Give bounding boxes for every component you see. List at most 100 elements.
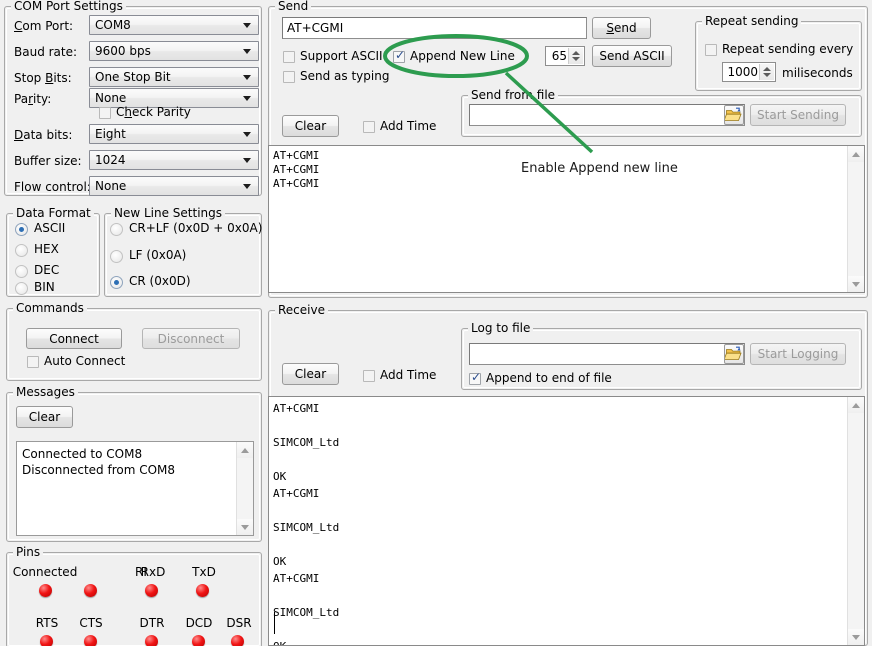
start-logging-button[interactable]: Start Logging (750, 343, 846, 365)
spinner-up-icon (763, 67, 771, 71)
spinner-buttons[interactable] (568, 48, 583, 64)
radio-dot (15, 244, 28, 257)
data-bits-select[interactable]: Eight (89, 124, 259, 144)
messages-clear-button[interactable]: Clear (16, 406, 73, 428)
support-ascii-label: Support ASCII (300, 49, 383, 63)
radio-dot (110, 223, 123, 236)
chevron-down-icon (243, 75, 251, 80)
messages-list[interactable]: Connected to COM8 Disconnected from COM8 (16, 441, 254, 536)
flow-control-select[interactable]: None (89, 176, 259, 196)
auto-connect-label: Auto Connect (44, 354, 125, 368)
send-clear-button[interactable]: Clear (282, 115, 339, 137)
receive-title: Receive (275, 303, 328, 317)
check-parity-checkbox[interactable]: Check Parity (99, 105, 229, 121)
checkbox-box (705, 44, 717, 56)
checkbox-box (363, 121, 375, 133)
send-add-time-label: Add Time (380, 119, 436, 133)
pin-label-txd: TxD (187, 565, 221, 579)
pin-label-dsr: DSR (221, 616, 257, 630)
send-ascii-button[interactable]: Send ASCII (592, 45, 672, 67)
checkbox-box (27, 356, 39, 368)
connect-button[interactable]: Connect (26, 328, 122, 349)
label-data-bits: Data bits: (14, 128, 72, 142)
label-com-port: Com Port: (14, 19, 73, 33)
spinner-buttons[interactable] (759, 64, 774, 80)
buffer-size-select[interactable]: 1024 (89, 150, 259, 170)
messages-scrollbar[interactable] (236, 442, 253, 535)
checkbox-box (99, 107, 111, 119)
scroll-up-arrow-icon[interactable] (848, 146, 864, 162)
flow-control-value: None (95, 179, 126, 193)
radio-dot (110, 250, 123, 263)
scroll-up-arrow-icon[interactable] (237, 442, 253, 458)
com-port-settings-title: COM Port Settings (11, 0, 126, 13)
data-bits-value: Eight (95, 127, 126, 141)
receive-log-text: AT+CGMI SIMCOM_Ltd OK AT+CGMI SIMCOM_Ltd… (273, 400, 844, 646)
folder-open-icon (725, 345, 743, 363)
connect-label: Connect (49, 332, 99, 346)
start-sending-button[interactable]: Start Sending (750, 104, 846, 126)
log-to-file-path-input[interactable] (469, 343, 745, 365)
scroll-down-arrow-icon[interactable] (237, 519, 253, 535)
com-port-select[interactable]: COM8 (89, 15, 259, 35)
chevron-down-icon (243, 23, 251, 28)
send-from-file-path-input[interactable] (469, 104, 745, 126)
pin-led-dcd (192, 635, 205, 646)
repeat-interval-value: 1000 (727, 65, 758, 79)
scroll-up-arrow-icon[interactable] (848, 397, 864, 413)
baud-rate-value: 9600 bps (95, 44, 151, 58)
send-command-input[interactable]: AT+CGMI (282, 17, 587, 39)
receive-add-time-label: Add Time (380, 368, 436, 382)
start-sending-label: Start Sending (757, 108, 839, 122)
scroll-down-arrow-icon[interactable] (848, 276, 864, 292)
send-button[interactable]: Send (592, 17, 651, 39)
commands-title: Commands (13, 301, 87, 315)
receive-log[interactable]: AT+CGMI SIMCOM_Ltd OK AT+CGMI SIMCOM_Ltd… (268, 396, 865, 646)
ascii-code-spinner[interactable]: 65 (545, 46, 585, 66)
messages-clear-label: Clear (29, 410, 60, 424)
baud-rate-select[interactable]: 9600 bps (89, 41, 259, 61)
annotation-text: Enable Append new line (521, 161, 678, 176)
radio-label: LF (0x0A) (129, 248, 186, 262)
send-from-file-browse-button[interactable] (724, 105, 744, 125)
radio-dot (15, 223, 28, 236)
receive-log-scrollbar[interactable] (847, 397, 864, 645)
new-line-settings-title: New Line Settings (111, 206, 225, 220)
radio-label: ASCII (34, 221, 65, 235)
repeat-sending-title: Repeat sending (702, 14, 801, 28)
radio-dot (15, 282, 28, 295)
start-logging-label: Start Logging (758, 347, 839, 361)
repeat-sending-label: Repeat sending every (722, 42, 853, 56)
disconnect-button[interactable]: Disconnect (142, 328, 240, 349)
label-buffer-size: Buffer size: (14, 154, 82, 168)
label-stop-bits: Stop Bits: (14, 71, 72, 85)
receive-clear-button[interactable]: Clear (282, 363, 339, 385)
send-log-scrollbar[interactable] (847, 146, 864, 292)
pin-label-rxd: RxD (136, 565, 170, 579)
spinner-up-icon (572, 51, 580, 55)
pin-label-dcd: DCD (181, 616, 217, 630)
label-parity: Parity: (14, 92, 51, 106)
checkbox-box (283, 71, 295, 83)
stop-bits-select[interactable]: One Stop Bit (89, 67, 259, 87)
repeat-interval-spinner[interactable]: 1000 (722, 62, 776, 82)
radio-label: HEX (34, 242, 59, 256)
label-baud-rate: Baud rate: (14, 45, 77, 59)
buffer-size-value: 1024 (95, 153, 126, 167)
ascii-code-value: 65 (552, 49, 567, 63)
send-as-typing-label: Send as typing (300, 69, 389, 83)
receive-clear-label: Clear (295, 367, 326, 381)
log-to-file-browse-button[interactable] (724, 344, 744, 364)
send-clear-label: Clear (295, 119, 326, 133)
send-from-file-title: Send from file (468, 88, 558, 102)
repeat-interval-unit: miliseconds (782, 66, 853, 80)
scroll-down-arrow-icon[interactable] (848, 629, 864, 645)
pin-led-dsr (231, 635, 244, 646)
log-to-file-title: Log to file (468, 321, 533, 335)
send-title: Send (275, 0, 311, 13)
pin-label-dtr: DTR (135, 616, 169, 630)
append-to-end-label: Append to end of file (486, 371, 612, 385)
radio-label: CR (0x0D) (129, 274, 191, 288)
checkbox-box (363, 370, 375, 382)
send-button-label: Send (606, 21, 636, 35)
